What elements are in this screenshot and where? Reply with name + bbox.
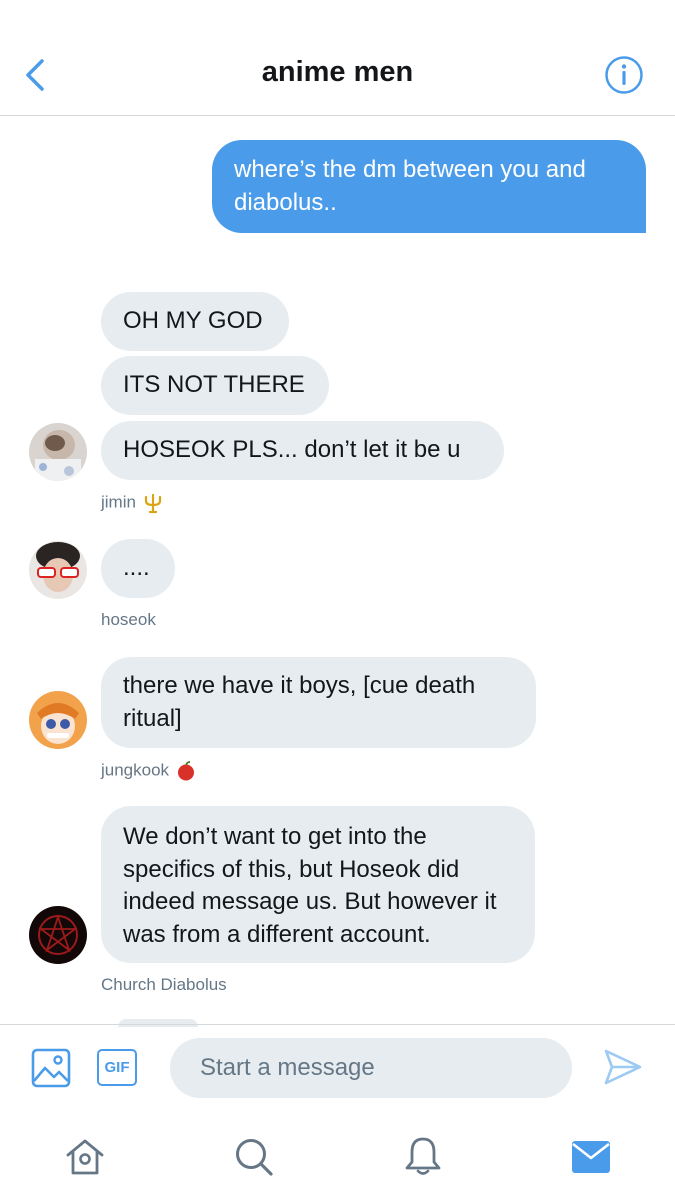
outgoing-message[interactable]: where’s the dm between you and diabolus.…: [212, 140, 646, 233]
avatar-church-diabolus[interactable]: [29, 906, 87, 964]
incoming-message[interactable]: ITS NOT THERE: [101, 356, 329, 415]
gif-button[interactable]: GIF: [97, 1049, 137, 1086]
message-text: OH MY GOD: [123, 307, 263, 335]
sender-name: Church Diabolus: [101, 975, 227, 994]
gif-label: GIF: [104, 1059, 130, 1076]
message-text: HOSEOK PLS... don’t let it be u: [123, 436, 461, 464]
message-input[interactable]: Start a message: [170, 1038, 572, 1098]
outgoing-message-text: where’s the dm between you and diabolus.…: [234, 156, 586, 216]
message-text: We don’t want to get into the specifics …: [123, 823, 497, 948]
image-icon[interactable]: [31, 1048, 71, 1088]
apple-icon: [178, 761, 195, 781]
sender-name: jimin: [101, 492, 164, 514]
incoming-message[interactable]: ....: [101, 539, 175, 598]
sender-name: hoseok: [101, 610, 156, 629]
send-icon[interactable]: [603, 1047, 643, 1087]
notifications-bell-icon[interactable]: [402, 1135, 444, 1177]
info-icon[interactable]: [604, 55, 644, 95]
incoming-message[interactable]: We don’t want to get into the specifics …: [101, 806, 535, 963]
conversation-header: anime men: [0, 0, 675, 116]
message-text: ....: [123, 554, 150, 582]
search-icon[interactable]: [233, 1136, 275, 1178]
message-text: there we have it boys, [cue death ritual…: [123, 672, 476, 732]
messages-envelope-icon[interactable]: [570, 1138, 612, 1176]
trident-icon: [144, 493, 162, 514]
home-icon[interactable]: [64, 1136, 106, 1178]
sender-name: jungkook: [101, 760, 197, 782]
message-text: ITS NOT THERE: [123, 371, 305, 399]
incoming-message[interactable]: there we have it boys, [cue death ritual…: [101, 657, 536, 748]
incoming-message[interactable]: HOSEOK PLS... don’t let it be u: [101, 421, 504, 480]
conversation-title: anime men: [261, 56, 414, 88]
avatar-hoseok[interactable]: [29, 541, 87, 599]
avatar-jimin[interactable]: [29, 423, 87, 481]
message-input-placeholder: Start a message: [200, 1054, 375, 1081]
avatar-jungkook[interactable]: [29, 691, 87, 749]
incoming-message[interactable]: OH MY GOD: [101, 292, 289, 351]
